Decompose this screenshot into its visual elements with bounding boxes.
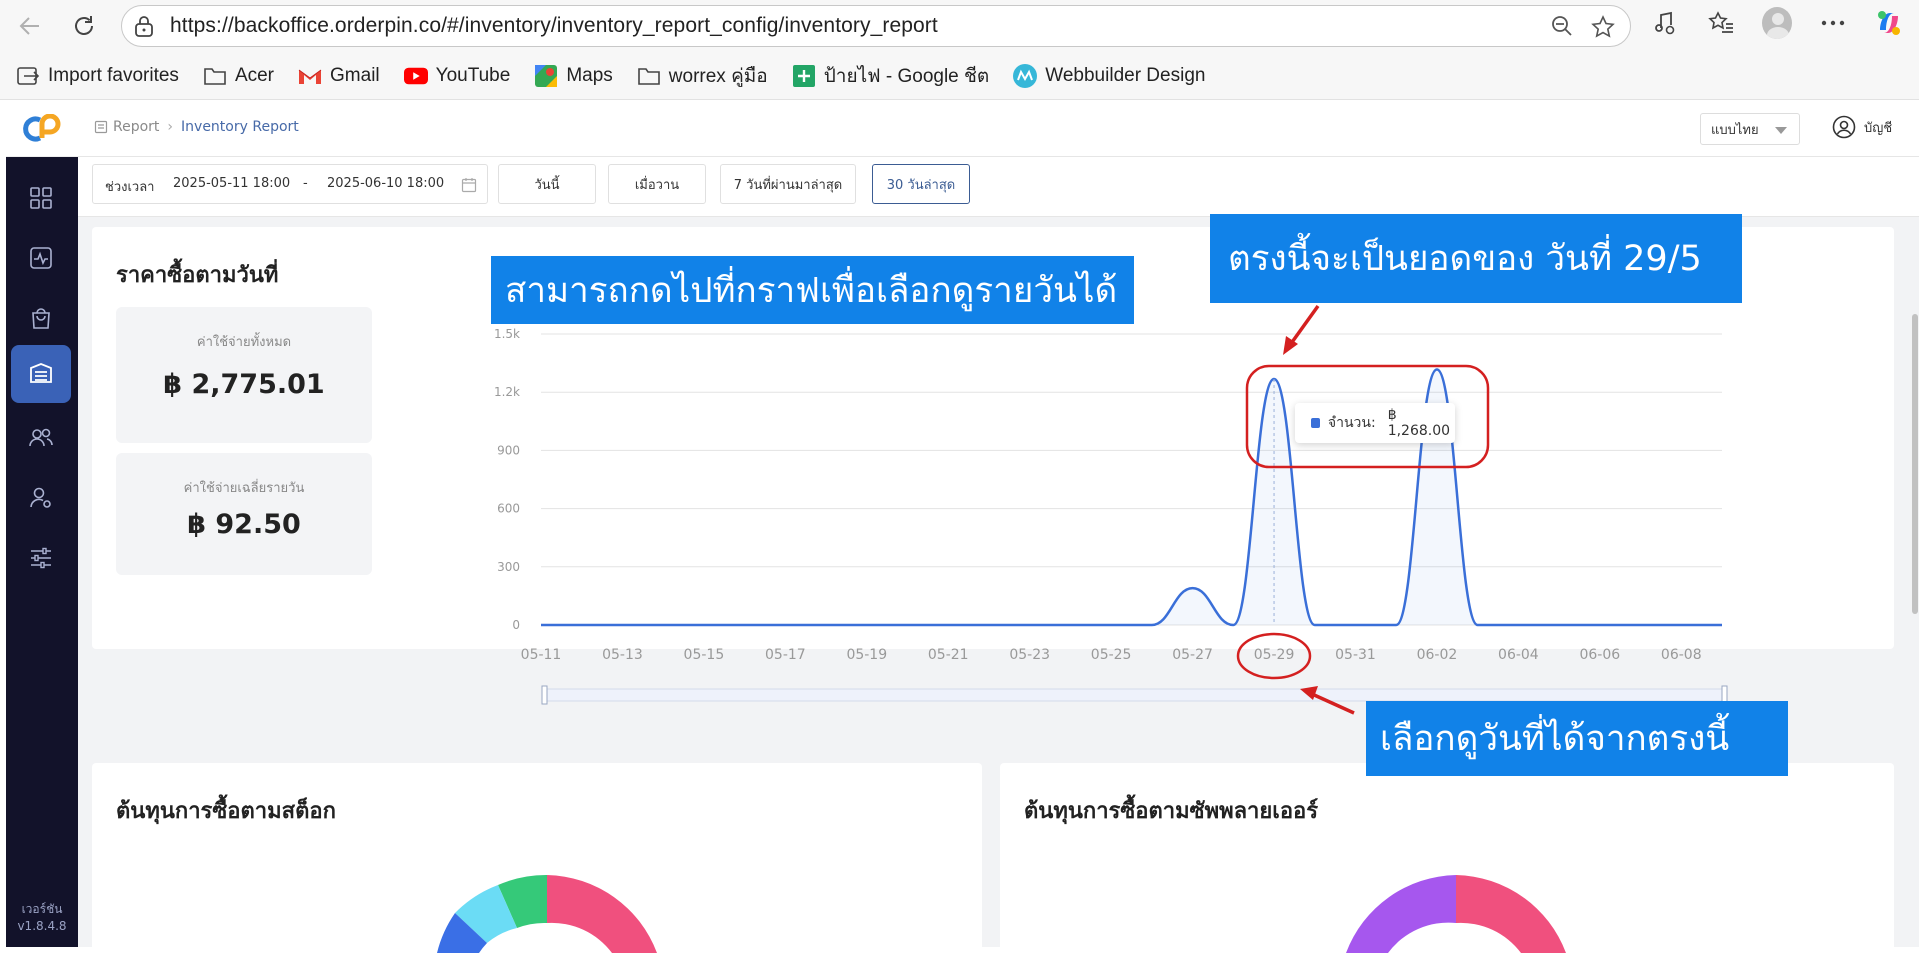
highlight-peak-box <box>1245 364 1490 469</box>
arrow-to-peak <box>1288 304 1320 347</box>
annotation-overlay <box>1236 304 1490 715</box>
highlight-date-circle <box>1236 632 1312 680</box>
arrow-to-slider <box>1311 692 1355 715</box>
arrow-head-slider <box>1300 686 1318 700</box>
